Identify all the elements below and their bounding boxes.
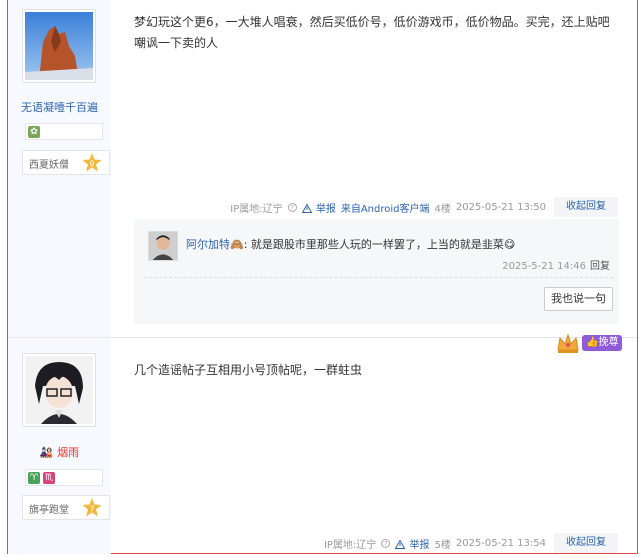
scorpio-icon[interactable]: ♏ [43, 471, 55, 484]
post-content: 梦幻玩这个更6，一大堆人唱衰，然后买低价号，低价游戏币，低价物品。买完，还上贴吧… [134, 15, 610, 50]
help-icon[interactable]: ? [287, 202, 297, 212]
post-time: 2025-05-21 13:54 [455, 537, 546, 549]
ip-location: IP属地:辽宁 [323, 539, 377, 551]
author-username[interactable]: 无语凝噎千百遍 [8, 99, 111, 115]
floor-number: 4楼 [434, 203, 451, 215]
aries-icon[interactable]: ♈ [28, 471, 40, 484]
author-username-text: 烟雨 [57, 446, 80, 459]
badge-label: 👍挽尊 [582, 335, 623, 351]
sub-reply-time: 2025-5-21 14:46 [502, 261, 586, 272]
thumb-icon: 👍 [586, 337, 599, 348]
emoji-icon: 😋 [503, 238, 516, 251]
level-name: 西夏妖僧 [29, 160, 69, 171]
post-meta: IP属地:辽宁? 举报 来自Android客户端 4楼 2025-05-21 1… [225, 197, 618, 217]
post-content: 几个造谣帖子互相用小号顶帖呢，一群蛀虫 [134, 363, 363, 377]
author-level[interactable]: 西夏妖僧 9 [22, 150, 110, 175]
post-meta: IP属地:辽宁? 举报 5楼 2025-05-21 13:54 收起回复 [319, 533, 618, 553]
monkey-icon: 🙈 [230, 238, 244, 251]
floor-number: 5楼 [434, 539, 451, 551]
member-icon[interactable]: ✿ [28, 125, 40, 138]
badge-text: 挽尊 [598, 337, 619, 348]
client-link[interactable]: 来自Android客户端 [341, 200, 430, 215]
divider [144, 277, 613, 278]
level-number: 7 [89, 505, 94, 514]
level-name: 旗亭跑堂 [29, 505, 69, 516]
avatar[interactable] [22, 9, 96, 83]
author-level[interactable]: 旗亭跑堂 7 [22, 495, 110, 520]
avatar-image [25, 356, 93, 424]
report-link[interactable]: 举报 [301, 200, 336, 215]
level-star-icon: 7 [82, 498, 102, 517]
ip-location: IP属地:辽宁 [230, 203, 283, 215]
sub-reply-meta: 2025-5-21 14:46 回复 [498, 257, 610, 272]
sub-reply-text: : 就是跟股市里那些人玩的一样罢了，上当的就是韭菜 [243, 238, 504, 251]
level-number: 9 [89, 160, 94, 169]
warning-icon [301, 203, 312, 213]
sub-reply-button[interactable]: 回复 [590, 261, 610, 272]
sub-reply-user[interactable]: 阿尔加特 [186, 238, 230, 251]
post-floor-5: 🎎 烟雨 ♈ ♏ 旗亭跑堂 7 几个造谣帖子互相用小号顶帖呢，一群蛀虫 IP属地… [8, 337, 637, 554]
say-something-button[interactable]: 我也说一句 [544, 287, 613, 311]
author-icons: ✿ [25, 123, 103, 140]
level-star-icon: 9 [82, 153, 102, 172]
author-sidebar: 🎎 烟雨 ♈ ♏ 旗亭跑堂 7 [8, 338, 111, 554]
help-icon[interactable]: ? [381, 538, 391, 548]
report-label: 举报 [315, 203, 336, 215]
author-username[interactable]: 🎎 烟雨 [8, 444, 111, 460]
post-floor-4: 无语凝噎千百遍 ✿ 西夏妖僧 9 梦幻玩这个更6，一大堆人唱衰，然后买低价号，低… [8, 0, 637, 337]
avatar[interactable] [22, 353, 96, 427]
collapse-reply-button[interactable]: 收起回复 [554, 197, 618, 217]
support-badge[interactable]: 👍挽尊 [556, 332, 634, 354]
sub-avatar-image [149, 232, 177, 260]
author-sidebar: 无语凝噎千百遍 ✿ 西夏妖僧 9 [8, 0, 111, 337]
report-link[interactable]: 举报 [395, 536, 430, 551]
collapse-reply-button[interactable]: 收起回复 [554, 533, 618, 553]
sub-reply-avatar[interactable] [148, 231, 178, 261]
post-time: 2025-05-21 13:50 [455, 201, 546, 213]
sub-reply-area: 阿尔加特🙈: 就是跟股市里那些人玩的一样罢了，上当的就是韭菜😋 2025-5-2… [134, 219, 619, 324]
crown-icon [557, 333, 579, 353]
sub-reply-line: 阿尔加特🙈: 就是跟股市里那些人玩的一样罢了，上当的就是韭菜😋 [186, 236, 515, 252]
author-icons: ♈ ♏ [25, 469, 103, 486]
report-label: 举报 [409, 539, 430, 551]
avatar-image [25, 12, 93, 80]
thread-frame: 无语凝噎千百遍 ✿ 西夏妖僧 9 梦幻玩这个更6，一大堆人唱衰，然后买低价号，低… [7, 0, 638, 554]
vip-icon: 🎎 [39, 446, 54, 459]
warning-icon [395, 539, 406, 549]
